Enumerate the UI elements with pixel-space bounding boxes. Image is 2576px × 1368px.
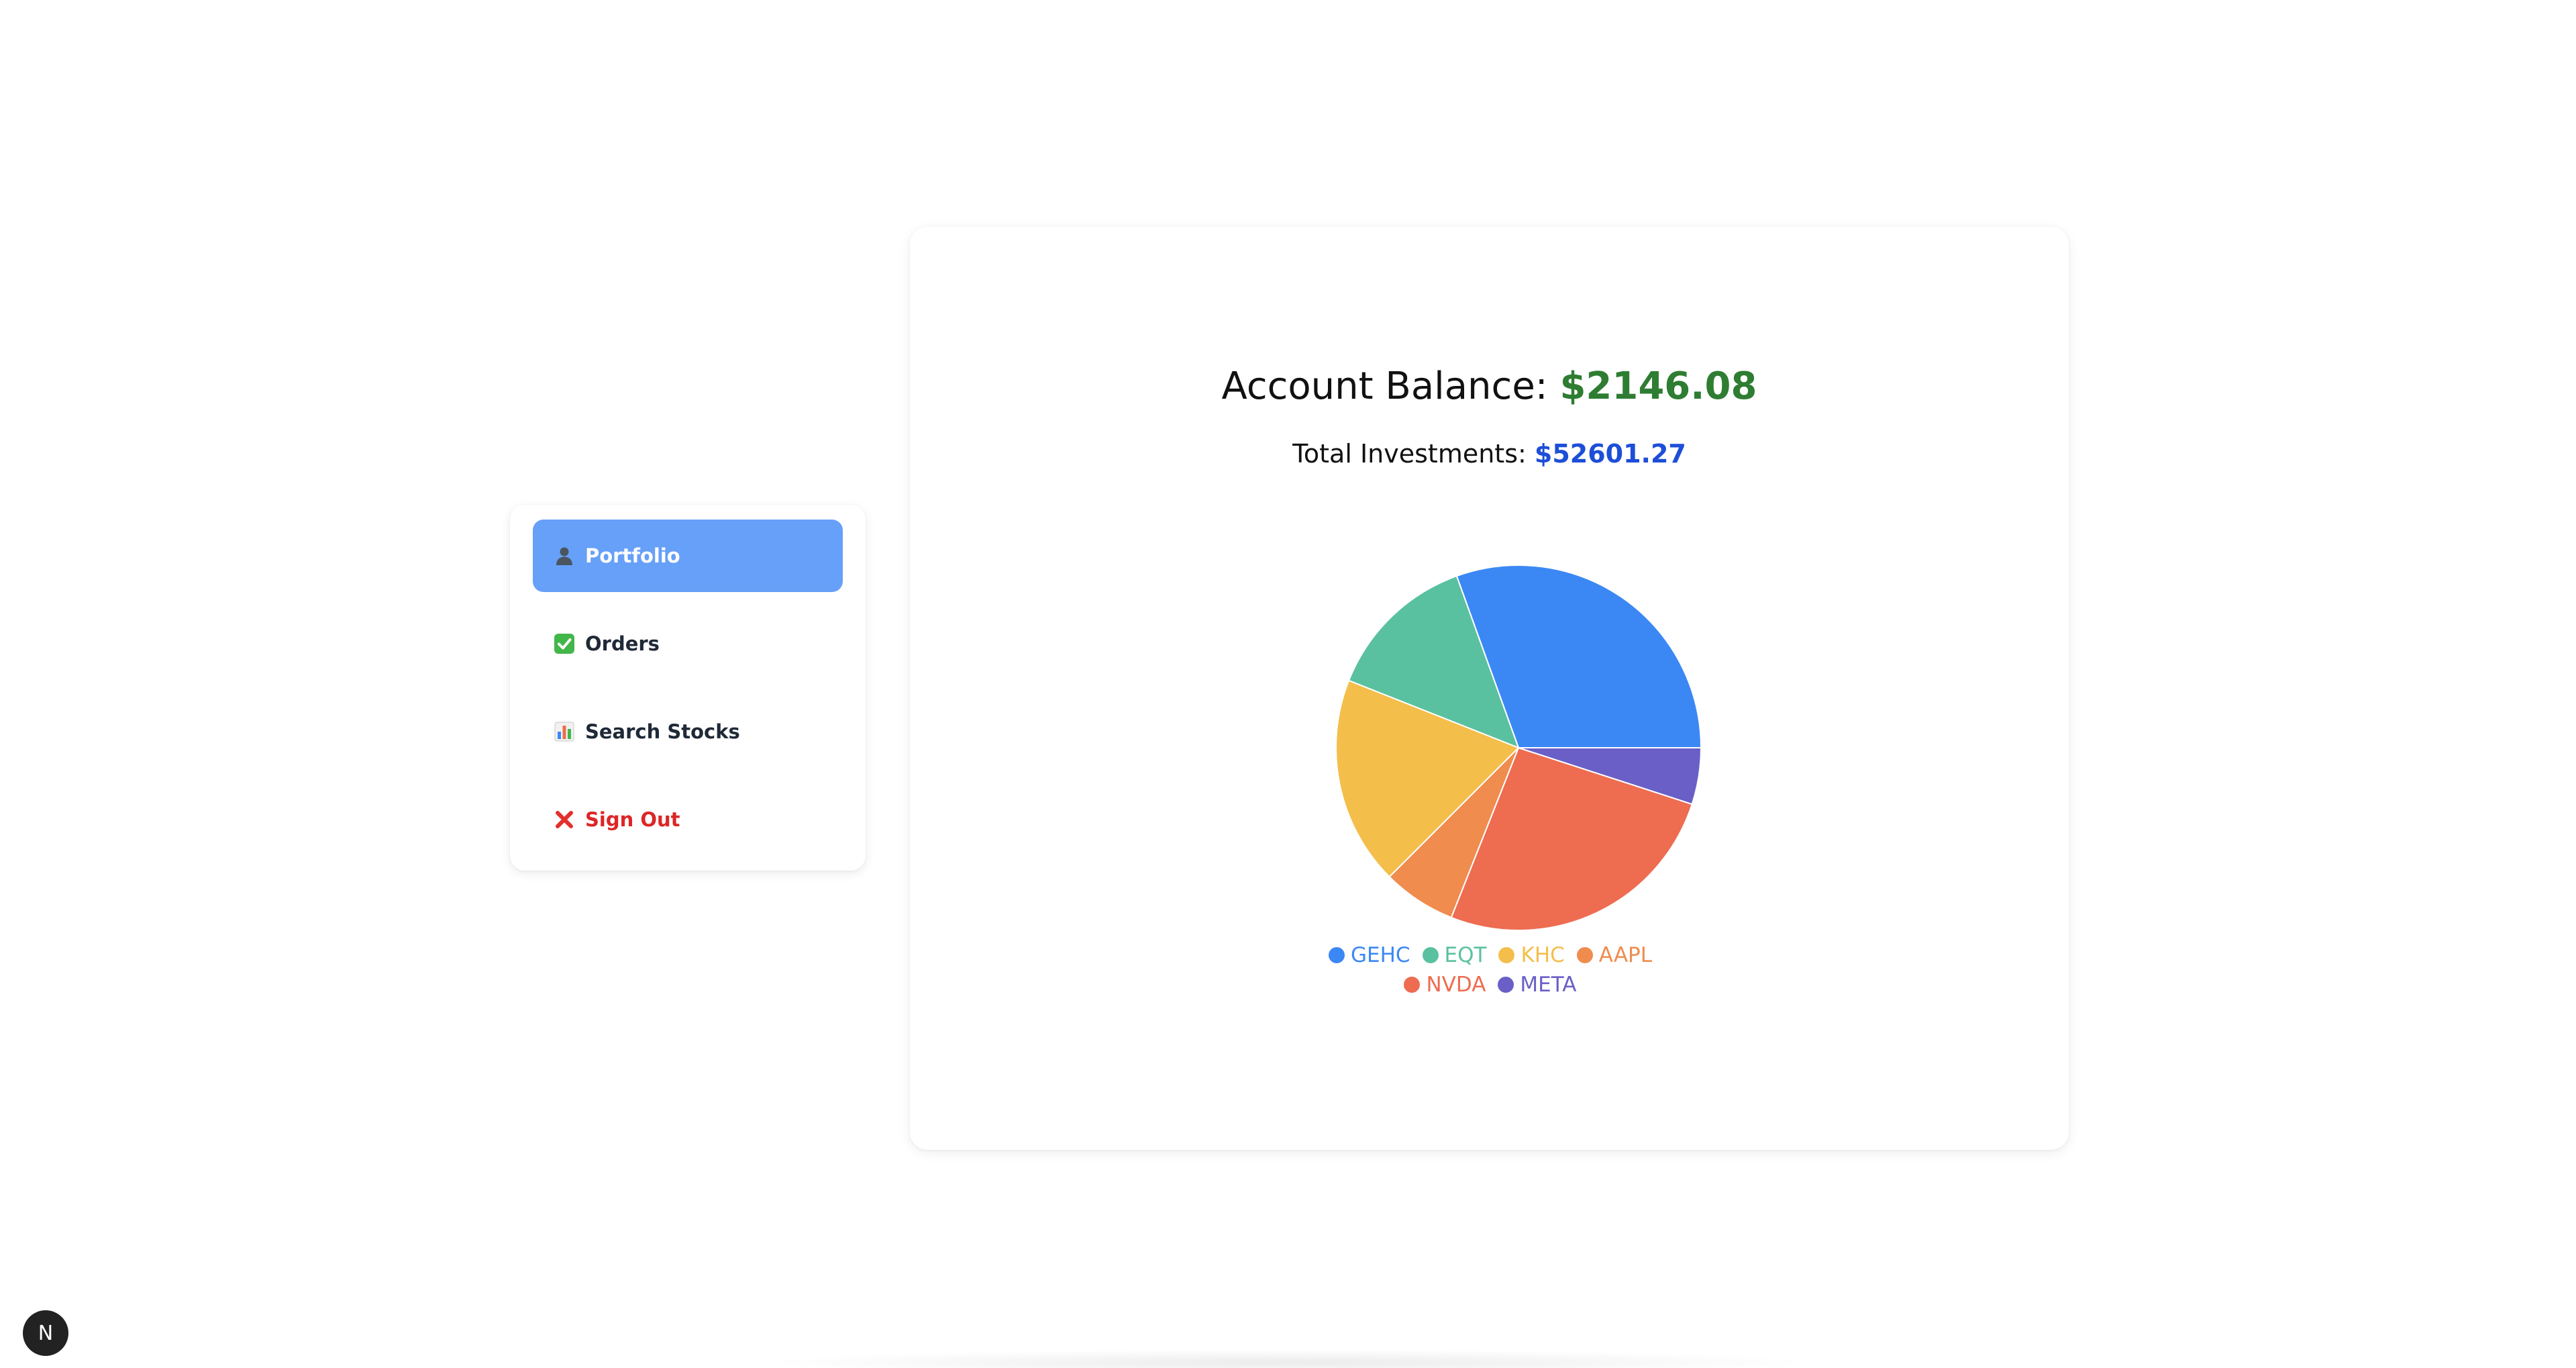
legend-item-khc[interactable]: KHC — [1498, 940, 1565, 970]
sidebar-nav: Portfolio Orders Search Stocks Sign Out — [510, 505, 866, 871]
legend-label: KHC — [1521, 943, 1565, 967]
legend-dot — [1576, 947, 1593, 963]
legend-label: NVDA — [1426, 973, 1486, 997]
legend-label: EQT — [1444, 943, 1487, 967]
legend-dot — [1404, 977, 1421, 993]
legend-dot — [1498, 977, 1514, 993]
legend-item-eqt[interactable]: EQT — [1422, 940, 1487, 970]
legend-label: META — [1520, 973, 1577, 997]
portfolio-card: Account Balance: $2146.08 Total Investme… — [910, 227, 2069, 1150]
legend-item-gehc[interactable]: GEHC — [1328, 940, 1410, 970]
legend-item-aapl[interactable]: AAPL — [1576, 940, 1653, 970]
cross-mark-icon — [553, 808, 576, 831]
sidebar-item-portfolio[interactable]: Portfolio — [533, 520, 843, 592]
chart-legend: GEHC EQT KHC AAPL NVDA META — [1279, 940, 1702, 999]
sidebar-item-search-stocks[interactable]: Search Stocks — [533, 695, 843, 768]
bar-chart-icon — [553, 720, 576, 743]
nextjs-badge-label: N — [38, 1321, 54, 1345]
legend-dot — [1328, 947, 1345, 963]
legend-item-meta[interactable]: META — [1498, 970, 1577, 999]
sidebar-item-sign-out[interactable]: Sign Out — [533, 783, 843, 856]
nextjs-dev-badge[interactable]: N — [23, 1310, 68, 1356]
portfolio-pie-chart — [1335, 565, 1702, 931]
check-mark-icon — [553, 632, 576, 655]
sidebar-item-label: Orders — [585, 632, 660, 655]
legend-label: GEHC — [1350, 943, 1410, 967]
legend-label: AAPL — [1598, 943, 1653, 967]
legend-item-nvda[interactable]: NVDA — [1404, 970, 1486, 999]
sidebar-item-label: Portfolio — [585, 544, 680, 567]
bottom-shadow — [758, 1349, 1818, 1368]
sidebar-item-orders[interactable]: Orders — [533, 607, 843, 680]
user-silhouette-icon — [553, 544, 576, 567]
sidebar-item-label: Sign Out — [585, 808, 680, 831]
sidebar-item-label: Search Stocks — [585, 720, 740, 743]
legend-dot — [1498, 947, 1515, 963]
legend-dot — [1422, 947, 1439, 963]
